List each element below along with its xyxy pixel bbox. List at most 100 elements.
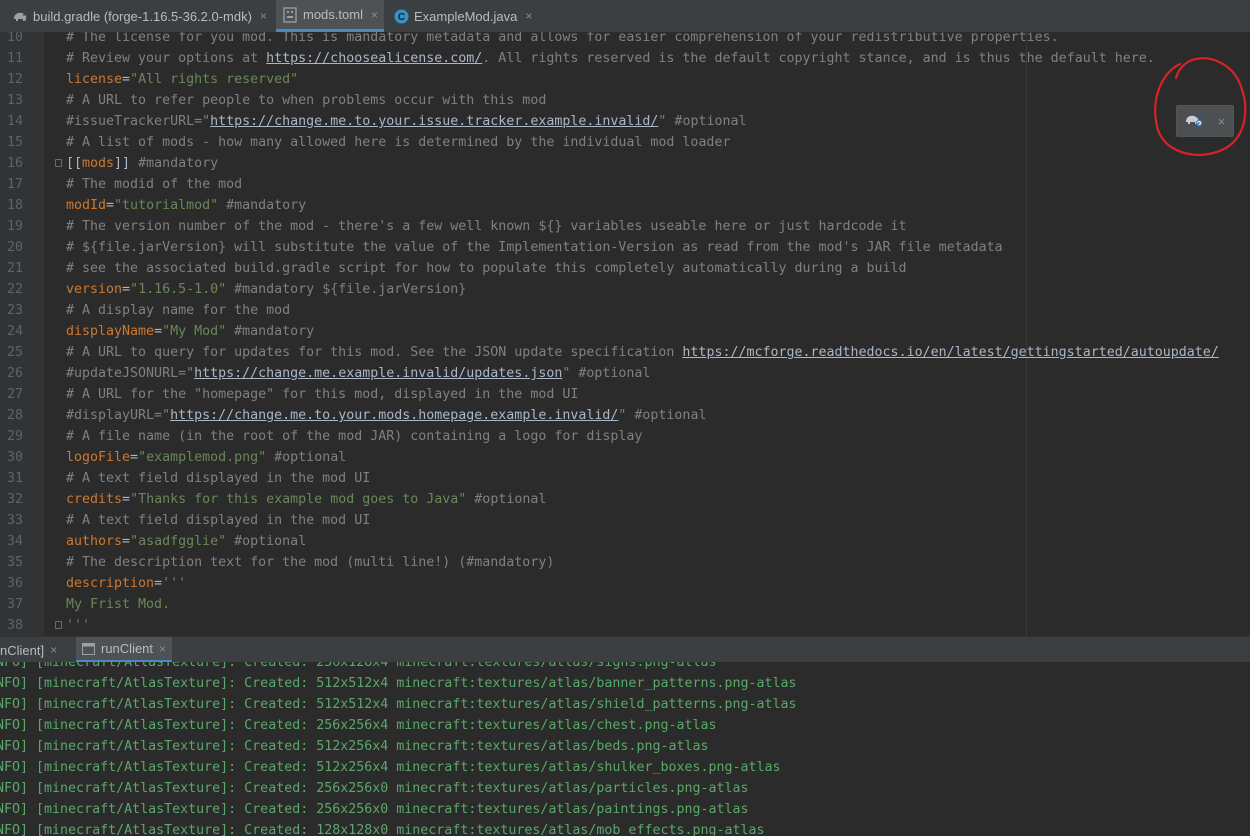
line-number: 18	[6, 198, 23, 213]
code-text: # A list of mods - how many allowed here…	[66, 132, 730, 153]
tab-examplemod-java[interactable]: C ExampleMod.java ×	[388, 0, 538, 32]
code-text: # The license for you mod. This is manda…	[66, 32, 1059, 48]
code-token: # A list of mods - how many allowed here…	[66, 135, 731, 150]
code-line[interactable]: 30 logoFile="examplemod.png" #optional	[0, 447, 1250, 468]
code-line[interactable]: 14 #issueTrackerURL="https://change.me.to…	[0, 111, 1250, 132]
line-number: 34	[6, 534, 23, 549]
code-text: # A text field displayed in the mod UI	[66, 468, 370, 489]
code-line[interactable]: 12 license="All rights reserved"	[0, 69, 1250, 90]
code-link[interactable]: https://mcforge.readthedocs.io/en/latest…	[682, 345, 1218, 360]
fold-marker-icon[interactable]	[55, 621, 62, 629]
run-console-output[interactable]: INFO] [minecraft/AtlasTexture]: Created:…	[0, 662, 1250, 836]
close-icon[interactable]: ×	[50, 643, 57, 657]
code-line[interactable]: 16 [[mods]] #mandatory	[0, 153, 1250, 174]
code-text: # A text field displayed in the mod UI	[66, 510, 370, 531]
code-line[interactable]: 24 displayName="My Mod" #mandatory	[0, 321, 1250, 342]
tab-mods-toml[interactable]: mods.toml ×	[276, 0, 384, 32]
code-token: =	[122, 282, 131, 297]
code-line[interactable]: 26 #updateJSONURL="https://change.me.exam…	[0, 363, 1250, 384]
code-line[interactable]: 21 # see the associated build.gradle scri…	[0, 258, 1250, 279]
fold-marker-icon[interactable]	[55, 159, 62, 167]
code-line[interactable]: 28 #displayURL="https://change.me.to.your…	[0, 405, 1250, 426]
code-line[interactable]: 34 authors="asadfgglie" #optional	[0, 531, 1250, 552]
code-text: # A URL to refer people to when problems…	[66, 90, 546, 111]
line-number: 12	[6, 72, 23, 87]
code-line[interactable]: 18 modId="tutorialmod" #mandatory	[0, 195, 1250, 216]
line-number: 35	[6, 555, 23, 570]
code-token: # A URL to refer people to when problems…	[66, 93, 547, 108]
close-icon[interactable]: ×	[260, 9, 267, 23]
run-tab-previous[interactable]: nClient] ×	[0, 637, 60, 663]
code-line[interactable]: 11 # Review your options at https://choos…	[0, 48, 1250, 69]
code-line[interactable]: 29 # A file name (in the root of the mod …	[0, 426, 1250, 447]
line-number: 14	[6, 114, 23, 129]
svg-text:C: C	[398, 12, 405, 23]
code-line[interactable]: 10 # The license for you mod. This is man…	[0, 32, 1250, 48]
code-line[interactable]: 20 # ${file.jarVersion} will substitute t…	[0, 237, 1250, 258]
code-line[interactable]: 13 # A URL to refer people to when proble…	[0, 90, 1250, 111]
line-number: 28	[6, 408, 23, 423]
code-line[interactable]: 32 credits="Thanks for this example mod g…	[0, 489, 1250, 510]
code-text: credits="Thanks for this example mod goe…	[66, 489, 546, 510]
code-token: '''	[162, 576, 187, 591]
code-line[interactable]: 33 # A text field displayed in the mod UI	[0, 510, 1250, 531]
code-line[interactable]: 19 # The version number of the mod - ther…	[0, 216, 1250, 237]
code-link[interactable]: https://change.me.to.your.mods.homepage.…	[170, 408, 618, 423]
code-text: # A file name (in the root of the mod JA…	[66, 426, 642, 447]
code-link[interactable]: https://choosealicense.com/	[266, 51, 482, 66]
code-line[interactable]: 38 '''	[0, 615, 1250, 636]
line-number: 19	[6, 219, 23, 234]
code-token: . All rights reserved is the default cop…	[482, 51, 1155, 66]
console-line: INFO] [minecraft/AtlasTexture]: Created:…	[0, 739, 709, 754]
console-line: INFO] [minecraft/AtlasTexture]: Created:…	[0, 760, 781, 775]
run-tab-label: runClient	[101, 641, 154, 656]
code-token: credits	[66, 492, 123, 507]
code-token: =	[154, 576, 163, 591]
code-token: " #optional	[618, 408, 707, 423]
code-token: "examplemod.png"	[138, 450, 267, 465]
code-line[interactable]: 27 # A URL for the "homepage" for this mo…	[0, 384, 1250, 405]
code-token: # Review your options at	[66, 51, 267, 66]
toml-file-icon	[282, 6, 298, 23]
code-token: #mandatory ${file.jarVersion}	[226, 282, 467, 297]
close-icon[interactable]: ×	[525, 9, 532, 23]
code-token: "asadfgglie"	[130, 534, 227, 549]
code-line[interactable]: 15 # A list of mods - how many allowed he…	[0, 132, 1250, 153]
close-icon[interactable]: ×	[371, 8, 378, 22]
code-line[interactable]: 17 # The modid of the mod	[0, 174, 1250, 195]
code-line[interactable]: 37 My Frist Mod.	[0, 594, 1250, 615]
code-token: #mandatory	[226, 324, 315, 339]
code-line[interactable]: 36 description='''	[0, 573, 1250, 594]
code-token: [[	[66, 156, 83, 171]
code-link[interactable]: https://change.me.to.your.issue.tracker.…	[210, 114, 658, 129]
code-token: logoFile	[66, 450, 131, 465]
code-editor[interactable]: 10 # The license for you mod. This is man…	[0, 32, 1250, 636]
code-token: My Frist Mod.	[66, 597, 171, 612]
code-line[interactable]: 35 # The description text for the mod (mu…	[0, 552, 1250, 573]
line-number: 25	[6, 345, 23, 360]
code-token: " #optional	[658, 114, 747, 129]
line-number: 21	[6, 261, 23, 276]
code-token: # The modid of the mod	[66, 177, 243, 192]
code-text: logoFile="examplemod.png" #optional	[66, 447, 346, 468]
code-token: #optional	[226, 534, 307, 549]
code-token: =	[106, 198, 115, 213]
code-text: version="1.16.5-1.0" #mandatory ${file.j…	[66, 279, 466, 300]
code-line[interactable]: 23 # A display name for the mod	[0, 300, 1250, 321]
code-line[interactable]: 31 # A text field displayed in the mod UI	[0, 468, 1250, 489]
code-text: My Frist Mod.	[66, 594, 170, 615]
code-token: #mandatory	[218, 198, 307, 213]
code-token: description	[66, 576, 155, 591]
close-icon[interactable]: ×	[159, 642, 166, 656]
run-tab-runclient[interactable]: runClient ×	[76, 637, 172, 663]
code-line[interactable]: 25 # A URL to query for updates for this …	[0, 342, 1250, 363]
code-token: authors	[66, 534, 123, 549]
code-token: license	[66, 72, 123, 87]
code-line[interactable]: 22 version="1.16.5-1.0" #mandatory ${file…	[0, 279, 1250, 300]
tab-label: mods.toml	[303, 7, 363, 22]
line-number: 23	[6, 303, 23, 318]
tab-build-gradle[interactable]: build.gradle (forge-1.16.5-36.2.0-mdk) ×	[6, 0, 274, 32]
code-token: =	[122, 72, 131, 87]
code-link[interactable]: https://change.me.example.invalid/update…	[194, 366, 562, 381]
code-token: '''	[66, 618, 91, 633]
